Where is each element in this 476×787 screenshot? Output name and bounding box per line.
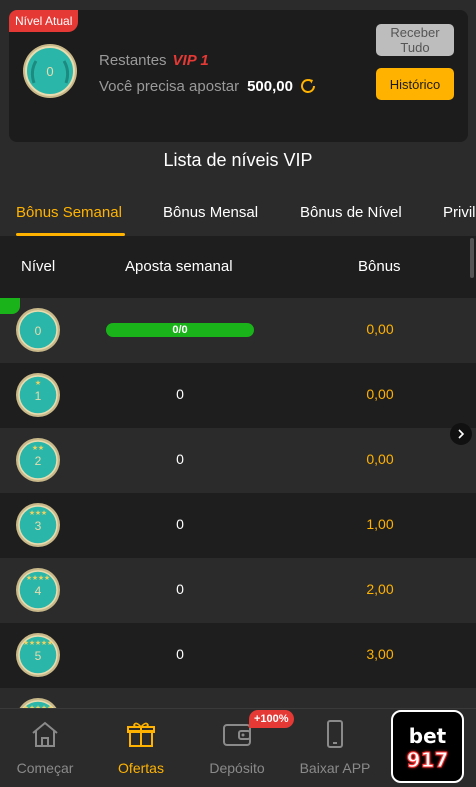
tab-weekly-bonus[interactable]: Bônus Semanal (16, 204, 122, 221)
header-level: Nível (21, 258, 56, 275)
header-weekly-bet: Aposta semanal (125, 258, 233, 275)
scroll-right-button[interactable] (450, 423, 472, 445)
chevron-right-icon (458, 429, 465, 439)
nav-offers[interactable]: Ofertas (96, 709, 186, 787)
required-bet-label: Você precisa apostar (99, 77, 240, 95)
table-row: 0 0/0 0,00 (0, 298, 476, 363)
level-number: 0 (35, 324, 42, 338)
weekly-bet-value: 0 (176, 581, 184, 597)
nav-start[interactable]: Começar (0, 709, 90, 787)
weekly-bet-value: 0 (176, 386, 184, 402)
svg-text:★: ★ (41, 509, 47, 517)
tab-privileges[interactable]: Privil (443, 204, 476, 221)
level-medal-icon: 0 (16, 308, 60, 352)
table-row: ★ ★ ★ ★ 4 0 2,00 (0, 558, 476, 623)
history-button[interactable]: Histórico (376, 68, 454, 100)
bonus-value: 0,00 (366, 451, 394, 467)
table-row: ★★★★★6 (0, 688, 476, 708)
header-bonus: Bônus (358, 258, 401, 275)
table-row: ★ 1 0 0,00 (0, 363, 476, 428)
gift-icon (127, 722, 155, 747)
table-scrollbar[interactable] (470, 238, 474, 278)
level-medal-icon: ★1 (16, 373, 60, 417)
level-number: 4 (35, 584, 42, 598)
refresh-icon[interactable] (299, 77, 317, 95)
vip-medal-level: 0 (46, 64, 53, 79)
home-icon (32, 721, 58, 747)
current-level-tag: Nível Atual (9, 10, 79, 32)
bet917-logo[interactable]: bet 917 (391, 710, 464, 783)
bonus-value: 2,00 (366, 581, 394, 597)
table-row: ★ ★ ★ ★ ★ 5 0 3,00 (0, 623, 476, 688)
restantes-line: Restantes VIP 1 (99, 52, 317, 69)
level-medal-icon: ★★★★★6 (19, 698, 57, 708)
weekly-bet-progress-bar: 0/0 (106, 323, 254, 337)
tab-level-bonus[interactable]: Bônus de Nível (300, 204, 402, 221)
table-row: ★ ★ 2 0 0,00 (0, 428, 476, 493)
svg-text:★: ★ (44, 574, 50, 582)
vip-info: Restantes VIP 1 Você precisa apostar 500,… (99, 52, 317, 95)
level-medal-icon: ★ ★ ★ ★ ★5 (16, 633, 60, 677)
bonus-value: 1,00 (366, 516, 394, 532)
deposit-bonus-badge: +100% (249, 710, 294, 728)
bonus-value: 0,00 (366, 386, 394, 402)
bonus-value: 0,00 (366, 321, 394, 337)
next-vip-level: VIP 1 (172, 52, 209, 69)
nav-deposit-label: Depósito (209, 760, 265, 776)
logo-text-bet: bet (408, 724, 447, 748)
level-number: 3 (35, 519, 42, 533)
wallet-icon (223, 724, 251, 746)
phone-icon (327, 720, 343, 748)
required-bet-line: Você precisa apostar 500,00 (99, 77, 317, 95)
level-number: 5 (35, 649, 42, 663)
weekly-bet-value: 0 (176, 646, 184, 662)
bonus-value: 3,00 (366, 646, 394, 662)
vip-status-card: Nível Atual 0 Restantes VIP 1 Você precis… (9, 10, 468, 142)
svg-text:★: ★ (47, 639, 53, 647)
nav-start-label: Começar (16, 760, 74, 776)
level-number: 2 (35, 454, 42, 468)
logo-text-917: 917 (406, 748, 449, 773)
table-row: ★ ★ ★ 3 0 1,00 (0, 493, 476, 558)
nav-download-app[interactable]: Baixar APP (290, 709, 380, 787)
tab-monthly-bonus[interactable]: Bônus Mensal (163, 204, 258, 221)
table-header: Nível Aposta semanal Bônus (0, 236, 476, 298)
level-medal-icon: ★ ★ ★3 (16, 503, 60, 547)
restantes-label: Restantes (99, 52, 167, 69)
nav-offers-label: Ofertas (118, 760, 164, 776)
required-bet-value: 500,00 (247, 77, 293, 95)
weekly-bet-value: 0 (176, 451, 184, 467)
level-medal-icon: ★ ★ ★ ★4 (16, 568, 60, 612)
svg-text:★: ★ (35, 379, 41, 387)
bonus-tabs: Bônus Semanal Bônus Mensal Bônus de Níve… (0, 198, 476, 236)
svg-text:★: ★ (38, 444, 44, 452)
level-medal-icon: ★ ★2 (16, 438, 60, 482)
vip-medal-icon: 0 (23, 44, 77, 98)
receive-all-button[interactable]: Receber Tudo (376, 24, 454, 56)
nav-download-label: Baixar APP (299, 760, 371, 776)
vip-level-table: Nível Aposta semanal Bônus 0 0/0 0,00 ★ 1 0 0,… (0, 236, 476, 708)
weekly-bet-value: 0 (176, 516, 184, 532)
page-title: Lista de níveis VIP (163, 150, 313, 170)
level-number: 1 (35, 389, 42, 403)
